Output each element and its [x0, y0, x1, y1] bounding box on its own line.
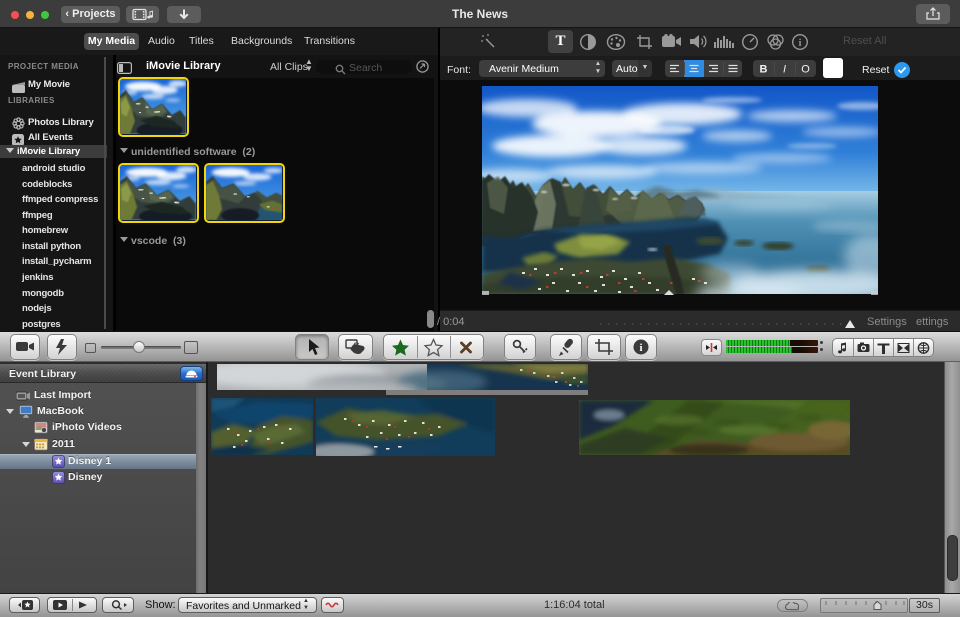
svg-text:i: i [639, 342, 642, 354]
svg-text:O: O [801, 64, 810, 76]
svg-text:I: I [783, 64, 786, 76]
svg-text:i: i [799, 38, 802, 49]
svg-text:B: B [760, 64, 768, 76]
